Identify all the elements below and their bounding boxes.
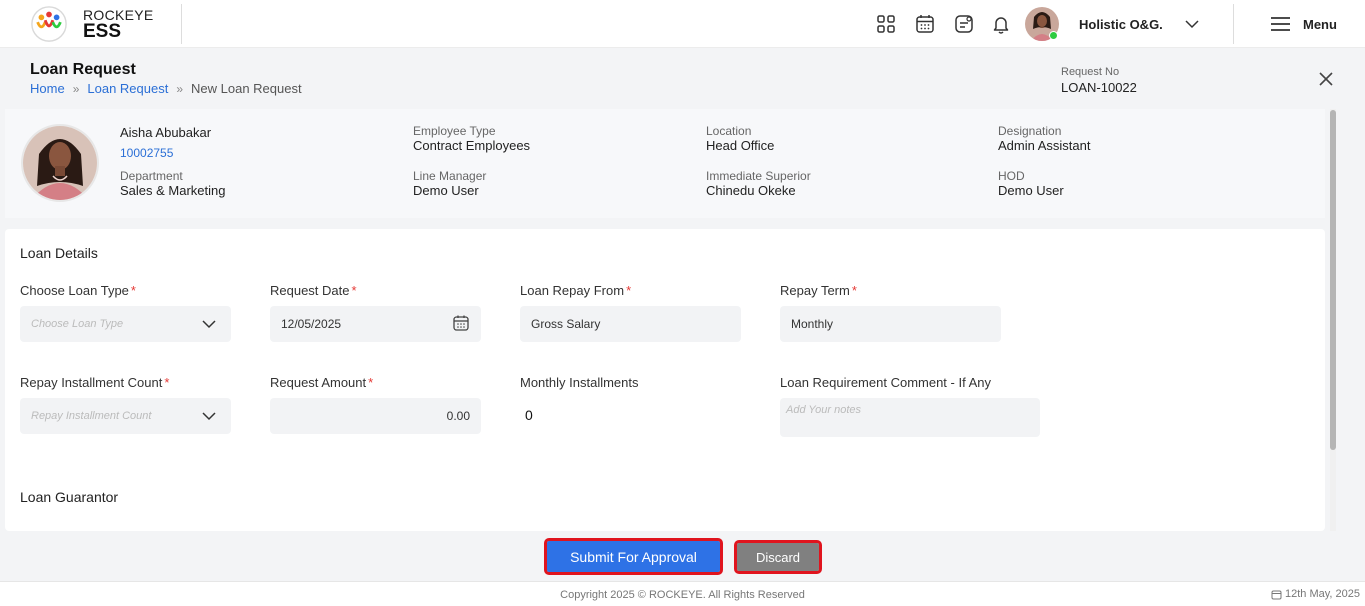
divider: [181, 4, 182, 44]
loan-type-label: Choose Loan Type *: [20, 283, 136, 298]
repay-term-value: Monthly: [791, 317, 834, 331]
immediate-superior-label: Immediate Superior: [706, 169, 811, 183]
divider: [1233, 4, 1234, 44]
immediate-superior-value: Chinedu Okeke: [706, 183, 796, 198]
repay-from-value: Gross Salary: [531, 317, 601, 331]
footer-date: 12th May, 2025: [1271, 588, 1360, 600]
breadcrumb-separator-icon: »: [72, 82, 80, 96]
installment-count-select[interactable]: Repay Installment Count: [20, 398, 231, 434]
request-date-label: Request Date *: [270, 283, 357, 298]
location-value: Head Office: [706, 138, 775, 153]
copyright-text: Copyright 2025 © ROCKEYE. All Rights Res…: [560, 589, 805, 601]
employee-photo-image-icon: [23, 126, 97, 200]
department-label: Department: [120, 169, 183, 183]
repay-term-field[interactable]: Monthly: [780, 306, 1001, 342]
department-value: Sales & Marketing: [120, 183, 226, 198]
monthly-installments-value: 0: [525, 407, 533, 423]
chevron-down-icon[interactable]: [201, 317, 217, 331]
repay-term-label-text: Repay Term: [780, 283, 850, 298]
request-date-value: 12/05/2025: [281, 317, 342, 331]
chat-icon[interactable]: [953, 13, 975, 35]
employee-type-label: Employee Type: [413, 124, 496, 138]
line-manager-value: Demo User: [413, 183, 479, 198]
loan-type-label-text: Choose Loan Type: [20, 283, 129, 298]
breadcrumb-loan-request[interactable]: Loan Request: [87, 81, 168, 96]
chevron-down-icon[interactable]: [1184, 17, 1200, 31]
menu-button[interactable]: Menu: [1303, 17, 1337, 32]
top-bar: ROCKEYE ESS Holistic O&G. Menu: [0, 0, 1365, 48]
loan-guarantor-title: Loan Guarantor: [20, 489, 119, 505]
required-mark: *: [626, 283, 632, 298]
hod-value: Demo User: [998, 183, 1064, 198]
repay-from-field[interactable]: Gross Salary: [520, 306, 741, 342]
chevron-down-icon[interactable]: [201, 409, 217, 423]
breadcrumb-current: New Loan Request: [191, 81, 302, 96]
online-status-dot: [1049, 31, 1058, 40]
required-mark: *: [130, 283, 136, 298]
repay-from-label: Loan Repay From *: [520, 283, 631, 298]
comment-label: Loan Requirement Comment - If Any: [780, 375, 991, 390]
discard-button[interactable]: Discard: [734, 540, 822, 574]
repay-term-label: Repay Term *: [780, 283, 857, 298]
hod-label: HOD: [998, 169, 1025, 183]
loan-type-select[interactable]: Choose Loan Type: [20, 306, 231, 342]
request-no-label: Request No: [1061, 66, 1120, 78]
footer: Copyright 2025 © ROCKEYE. All Rights Res…: [0, 581, 1365, 606]
breadcrumb-home[interactable]: Home: [30, 81, 65, 96]
loan-type-placeholder: Choose Loan Type: [31, 318, 124, 330]
employee-id[interactable]: 10002755: [120, 146, 173, 160]
request-date-label-text: Request Date: [270, 283, 350, 298]
designation-value: Admin Assistant: [998, 138, 1091, 153]
installment-count-label-text: Repay Installment Count: [20, 375, 163, 390]
request-amount-value: 0.00: [446, 409, 470, 423]
employee-name: Aisha Abubakar: [120, 125, 212, 140]
request-amount-label-text: Request Amount: [270, 375, 367, 390]
required-mark: *: [351, 283, 357, 298]
apps-grid-icon[interactable]: [875, 13, 897, 35]
close-icon[interactable]: [1317, 70, 1335, 88]
hamburger-menu-icon[interactable]: [1270, 16, 1291, 32]
breadcrumb-separator-icon: »: [176, 82, 184, 96]
request-amount-label: Request Amount *: [270, 375, 373, 390]
employee-type-value: Contract Employees: [413, 138, 531, 153]
loan-form-panel: Loan Details Choose Loan Type * Choose Lo…: [5, 229, 1325, 531]
employee-photo: [21, 124, 99, 202]
installment-count-label: Repay Installment Count *: [20, 375, 169, 390]
page-title: Loan Request: [30, 61, 136, 78]
required-mark: *: [164, 375, 170, 390]
submit-for-approval-button[interactable]: Submit For Approval: [544, 538, 723, 575]
request-amount-input[interactable]: 0.00: [270, 398, 481, 434]
line-manager-label: Line Manager: [413, 169, 487, 183]
required-mark: *: [851, 283, 857, 298]
repay-from-label-text: Loan Repay From: [520, 283, 625, 298]
scrollbar-thumb[interactable]: [1330, 110, 1336, 450]
company-selector-label[interactable]: Holistic O&G.: [1079, 17, 1163, 32]
calendar-icon[interactable]: [914, 13, 936, 35]
loan-details-title: Loan Details: [20, 245, 98, 261]
designation-label: Designation: [998, 124, 1062, 138]
calendar-icon[interactable]: [452, 314, 470, 332]
monthly-installments-label: Monthly Installments: [520, 375, 639, 390]
breadcrumb: Home » Loan Request » New Loan Request: [30, 81, 302, 96]
request-no-value: LOAN-10022: [1061, 80, 1137, 95]
comment-textarea[interactable]: Add Your notes: [780, 398, 1040, 437]
bell-icon[interactable]: [990, 13, 1012, 35]
request-date-input[interactable]: 12/05/2025: [270, 306, 481, 342]
location-label: Location: [706, 124, 752, 138]
required-mark: *: [368, 375, 374, 390]
footer-date-value: 12th May, 2025: [1284, 588, 1360, 600]
brand-product: ESS: [83, 21, 122, 42]
rockeye-logo-icon[interactable]: [30, 5, 68, 43]
installment-count-placeholder: Repay Installment Count: [31, 410, 152, 422]
calendar-icon: [1271, 590, 1282, 599]
